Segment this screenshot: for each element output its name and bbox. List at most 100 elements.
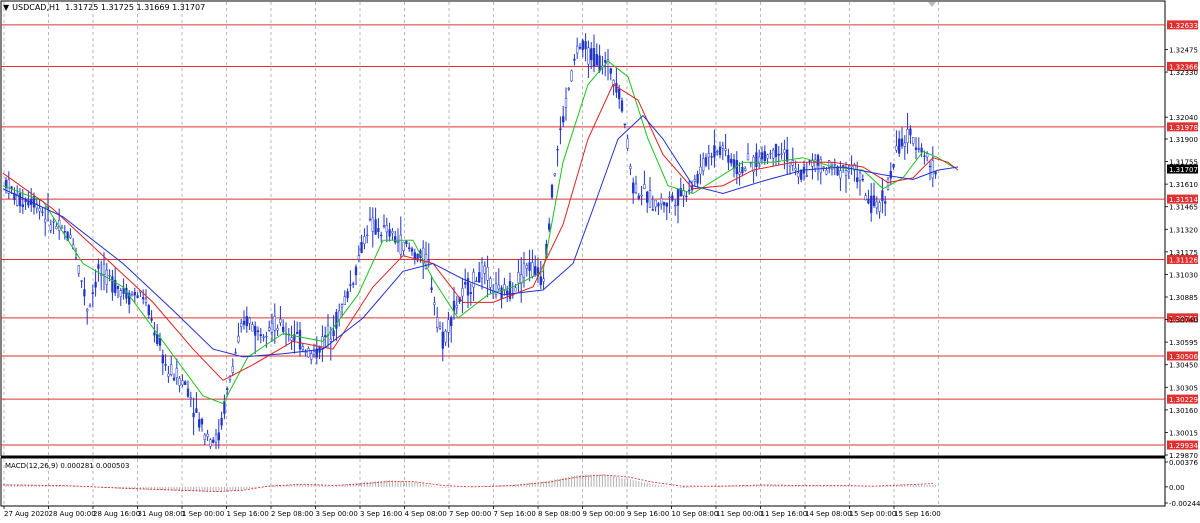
candle-body [590, 48, 593, 61]
x-tick-label: 11 Sep 00:00 [716, 510, 763, 518]
candle-body [483, 265, 486, 274]
candle-body [338, 310, 341, 320]
candle-body [500, 287, 503, 299]
x-tick-label: 15 Sep 16:00 [894, 510, 941, 518]
candle-body [21, 204, 24, 208]
candle-body [38, 208, 41, 212]
chart-header: ▼ USDCAD,H1 1.31725 1.31725 1.31669 1.317… [3, 3, 205, 12]
candle-body [363, 236, 366, 245]
dropdown-triangle-icon[interactable]: ▼ [3, 3, 9, 12]
candle-body [167, 373, 170, 377]
candle-body [60, 226, 64, 229]
candle-body [63, 231, 66, 233]
candle-body [559, 128, 562, 131]
candle-body [242, 320, 246, 325]
candle-body [716, 150, 719, 153]
x-tick-label: 1 Sep 16:00 [227, 510, 269, 518]
candle-body [707, 153, 710, 158]
candle-body [427, 260, 430, 262]
x-tick-label: 28 Aug 16:00 [93, 510, 140, 518]
candle-body [676, 188, 680, 206]
candle-body [629, 166, 632, 169]
candle-body [346, 291, 349, 299]
candle-body [310, 353, 313, 360]
price-chart[interactable]: 1.326331.323661.319781.315141.311261.307… [0, 0, 1200, 523]
candle-body [578, 47, 582, 49]
candle-body [307, 348, 310, 358]
candle-body [184, 381, 187, 385]
candle-body [240, 323, 243, 327]
candle-body [651, 209, 654, 211]
candle-body [464, 282, 467, 285]
level-label: 1.31978 [1169, 124, 1198, 132]
candle-body [570, 70, 573, 82]
ohlc-values: 1.31725 1.31725 1.31669 1.31707 [65, 3, 206, 12]
candle-body [870, 195, 873, 213]
y-tick-label: 1.31610 [1169, 181, 1198, 189]
candle-body [634, 183, 638, 193]
candle-body [41, 211, 44, 213]
candle-body [615, 82, 618, 93]
candle-body [368, 218, 372, 221]
y-tick-label: 1.30595 [1169, 339, 1198, 347]
candle-body [497, 284, 500, 290]
candle-body [380, 234, 383, 237]
candle-body [408, 247, 411, 249]
x-tick-label: 28 Aug 00:00 [49, 510, 96, 518]
candle-body [290, 337, 293, 341]
candle-body [934, 171, 937, 175]
candle-body [494, 283, 498, 295]
candle-body [525, 265, 528, 269]
candle-body [844, 170, 848, 176]
candle-body [329, 338, 332, 342]
x-tick-label: 11 Sep 16:00 [761, 510, 808, 518]
candle-body [928, 165, 932, 168]
time-axis: 27 Aug 2020 28 Aug 00:0028 Aug 16:0031 Au… [3, 506, 941, 518]
candle-body [699, 166, 702, 175]
candle-body [405, 240, 408, 245]
candle-body [254, 325, 257, 336]
x-tick-label: 3 Sep 00:00 [316, 510, 358, 518]
y-tick-label: 1.31465 [1169, 204, 1198, 212]
candle-body [931, 160, 934, 179]
y-tick-label: 1.31900 [1169, 136, 1198, 144]
candle-body [441, 331, 444, 349]
candle-body [198, 419, 201, 428]
candle-body [564, 98, 568, 108]
candle-body [861, 178, 864, 181]
candle-body [186, 388, 190, 397]
candle-body [702, 158, 705, 172]
x-tick-label: 31 Aug 08:00 [138, 510, 185, 518]
candle-body [909, 128, 912, 136]
candle-body [553, 173, 556, 176]
candle-body [472, 271, 475, 288]
candle-body [730, 158, 733, 164]
candle-body [175, 367, 178, 378]
candle-body [646, 191, 649, 203]
candle-body [371, 217, 374, 232]
candle-body [671, 195, 674, 201]
candle-body [867, 199, 870, 204]
candle-body [27, 201, 30, 206]
candle-body [864, 195, 867, 201]
candle-body [637, 195, 640, 199]
candle-body [721, 145, 724, 149]
candle-body [881, 190, 884, 202]
candle-body [556, 149, 559, 151]
candle-body [259, 334, 262, 337]
candle-body [52, 221, 55, 223]
candle-body [626, 138, 629, 149]
candle-body [234, 352, 237, 354]
candle-body [528, 262, 531, 271]
candle-body [923, 155, 926, 157]
candle-body [44, 218, 47, 223]
price-axis: 1.32475 1.32330 1.32040 1.31900 1.31755 1.316… [1165, 46, 1200, 508]
x-tick-label: 10 Sep 08:00 [672, 510, 719, 518]
candle-body [822, 166, 825, 168]
candle-body [388, 229, 391, 237]
candle-body [170, 364, 173, 375]
candle-body [18, 193, 22, 207]
candle-body [49, 224, 52, 231]
candle-body [657, 203, 660, 207]
candle-body [475, 280, 478, 283]
